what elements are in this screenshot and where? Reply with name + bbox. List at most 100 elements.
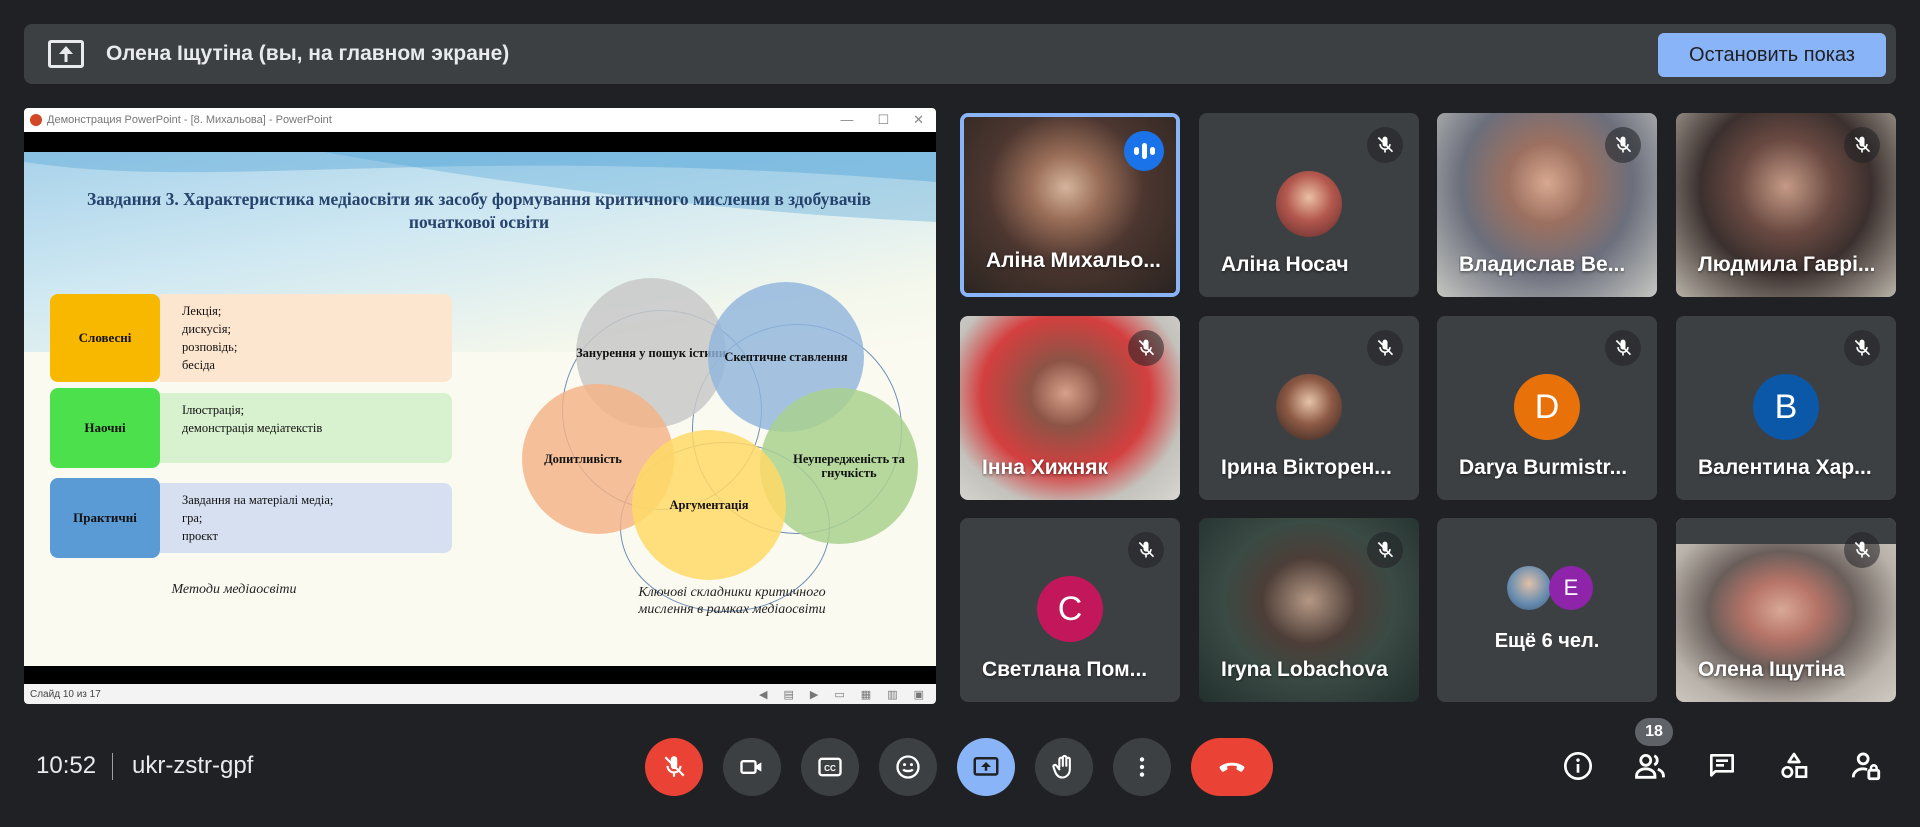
participant-name: Аліна Носач <box>1221 253 1349 276</box>
speaking-indicator-icon <box>1124 131 1164 171</box>
chat-icon <box>1710 754 1734 777</box>
emoji-icon <box>896 755 920 779</box>
meeting-details-button[interactable] <box>1558 746 1598 786</box>
slide-title: Завдання 3. Характеристика медіаосвіти я… <box>86 189 872 232</box>
present-screen-icon <box>973 757 999 776</box>
avatar: В <box>1753 374 1819 440</box>
method-items: Ілюстрація; демонстрація медіатекстів <box>160 393 452 463</box>
methods-caption: Методи медіаосвіти <box>171 582 297 597</box>
reactions-button[interactable] <box>879 738 937 796</box>
people-icon <box>1635 753 1665 779</box>
camera-toggle-button[interactable] <box>723 738 781 796</box>
present-screen-icon <box>48 40 84 68</box>
circles-caption: Ключові складники критичного мислення в … <box>638 585 826 617</box>
powerpoint-titlebar: Демонстрация PowerPoint - [8. Михальова]… <box>24 108 936 132</box>
mic-off-icon <box>1844 330 1880 366</box>
mic-off-icon <box>1367 532 1403 568</box>
powerpoint-icon <box>30 114 42 126</box>
circle-argumentation: Аргументація <box>632 430 786 580</box>
participant-tile[interactable]: Людмила Гаврі... <box>1676 113 1896 297</box>
hand-icon <box>1052 754 1071 779</box>
normal-view-icon: ▭ <box>834 688 845 701</box>
participant-name: Darya Burmistr... <box>1459 456 1628 479</box>
more-options-button[interactable] <box>1113 738 1171 796</box>
mic-toggle-button[interactable] <box>645 738 703 796</box>
method-tag: Наочні <box>50 388 160 468</box>
more-participants-label: Ещё 6 чел. <box>1494 630 1600 652</box>
leave-call-button[interactable] <box>1191 738 1273 796</box>
avatar <box>1276 171 1342 237</box>
presenting-label: Олена Іщутіна (вы, на главном экране) <box>106 42 510 65</box>
avatar <box>1507 566 1551 610</box>
participant-name: Светлана Пом... <box>982 658 1148 681</box>
participant-name: Людмила Гаврі... <box>1698 253 1876 276</box>
more-participants-tile[interactable]: E Ещё 6 чел. <box>1437 518 1657 702</box>
maximize-icon: ☐ <box>877 112 890 127</box>
method-items: Лекція; дискусія; розповідь; бесіда <box>160 294 452 382</box>
stop-presenting-button[interactable]: Остановить показ <box>1658 33 1886 77</box>
mic-off-icon <box>1605 127 1641 163</box>
mic-off-icon <box>1128 330 1164 366</box>
method-tag: Практичні <box>50 478 160 558</box>
mic-off-icon <box>1367 127 1403 163</box>
avatar: E <box>1549 566 1593 610</box>
participant-tile[interactable]: Аліна Носач <box>1199 113 1419 297</box>
participant-tile[interactable]: Iryna Lobachova <box>1199 518 1419 702</box>
clock: 10:52 <box>36 752 97 779</box>
avatar <box>1276 374 1342 440</box>
lock-person-icon <box>1851 752 1881 781</box>
mic-off-icon <box>1128 532 1164 568</box>
end-call-icon <box>1219 762 1245 772</box>
participant-tile[interactable]: D Darya Burmistr... <box>1437 316 1657 500</box>
raise-hand-button[interactable] <box>1035 738 1093 796</box>
mic-off-icon <box>664 756 685 777</box>
method-verbal: Словесні Лекція; дискусія; розповідь; бе… <box>50 294 452 382</box>
participant-name: Валентина Хар... <box>1698 456 1872 479</box>
participant-tile[interactable]: С Светлана Пом... <box>960 518 1180 702</box>
more-vert-icon <box>1139 757 1145 777</box>
participant-name: Аліна Михальо... <box>986 249 1161 272</box>
mic-off-icon <box>1367 330 1403 366</box>
method-practical: Практичні Завдання на матеріалі медіа; г… <box>50 478 452 558</box>
participant-tile[interactable]: Аліна Михальо... <box>960 113 1180 297</box>
reading-view-icon: ▥ <box>887 688 898 701</box>
camera-icon <box>740 760 762 774</box>
slideshow-view-icon: ▣ <box>913 688 924 701</box>
mic-off-icon <box>1844 127 1880 163</box>
svg-text:CC: CC <box>824 764 836 773</box>
participant-name: Олена Іщутіна <box>1698 658 1845 681</box>
participant-tile[interactable]: Ірина Вікторен... <box>1199 316 1419 500</box>
close-icon: ✕ <box>913 112 924 127</box>
participant-tile[interactable]: Олена Іщутіна <box>1676 518 1896 702</box>
menu-icon: ▤ <box>783 688 794 701</box>
participant-tile[interactable]: В Валентина Хар... <box>1676 316 1896 500</box>
divider <box>112 753 113 780</box>
participant-name: Iryna Lobachova <box>1221 658 1388 681</box>
prev-slide-icon: ◀ <box>759 688 768 701</box>
captions-button[interactable]: CC <box>801 738 859 796</box>
avatar: D <box>1514 374 1580 440</box>
sorter-view-icon: ▦ <box>860 688 872 701</box>
next-slide-icon: ▶ <box>809 688 819 701</box>
method-tag: Словесні <box>50 294 160 382</box>
shared-screen: Демонстрация PowerPoint - [8. Михальова]… <box>24 108 936 704</box>
meeting-code: ukr-zstr-gpf <box>132 752 254 779</box>
participants-count-badge: 18 <box>1635 718 1673 746</box>
participant-name: Інна Хижняк <box>982 456 1108 479</box>
activities-button[interactable] <box>1774 746 1814 786</box>
powerpoint-status-bar: Слайд 10 из 17 ◀ ▤ ▶ ▭ ▦ ▥ ▣ <box>24 684 936 704</box>
people-button[interactable] <box>1630 746 1670 786</box>
participant-name: Ірина Вікторен... <box>1221 456 1392 479</box>
chat-button[interactable] <box>1702 746 1742 786</box>
slide-counter: Слайд 10 из 17 <box>30 688 101 700</box>
participant-name: Владислав Ве... <box>1459 253 1626 276</box>
captions-icon: CC <box>818 757 842 777</box>
activities-icon <box>1781 752 1808 778</box>
host-controls-button[interactable] <box>1846 746 1886 786</box>
window-title: Демонстрация PowerPoint - [8. Михальова]… <box>47 114 332 126</box>
participant-tile[interactable]: Владислав Ве... <box>1437 113 1657 297</box>
method-visual: Наочні Ілюстрація; демонстрація медіатек… <box>50 388 452 468</box>
participant-tile[interactable]: Інна Хижняк <box>960 316 1180 500</box>
present-now-button[interactable] <box>957 738 1015 796</box>
minimize-icon: — <box>840 112 854 127</box>
